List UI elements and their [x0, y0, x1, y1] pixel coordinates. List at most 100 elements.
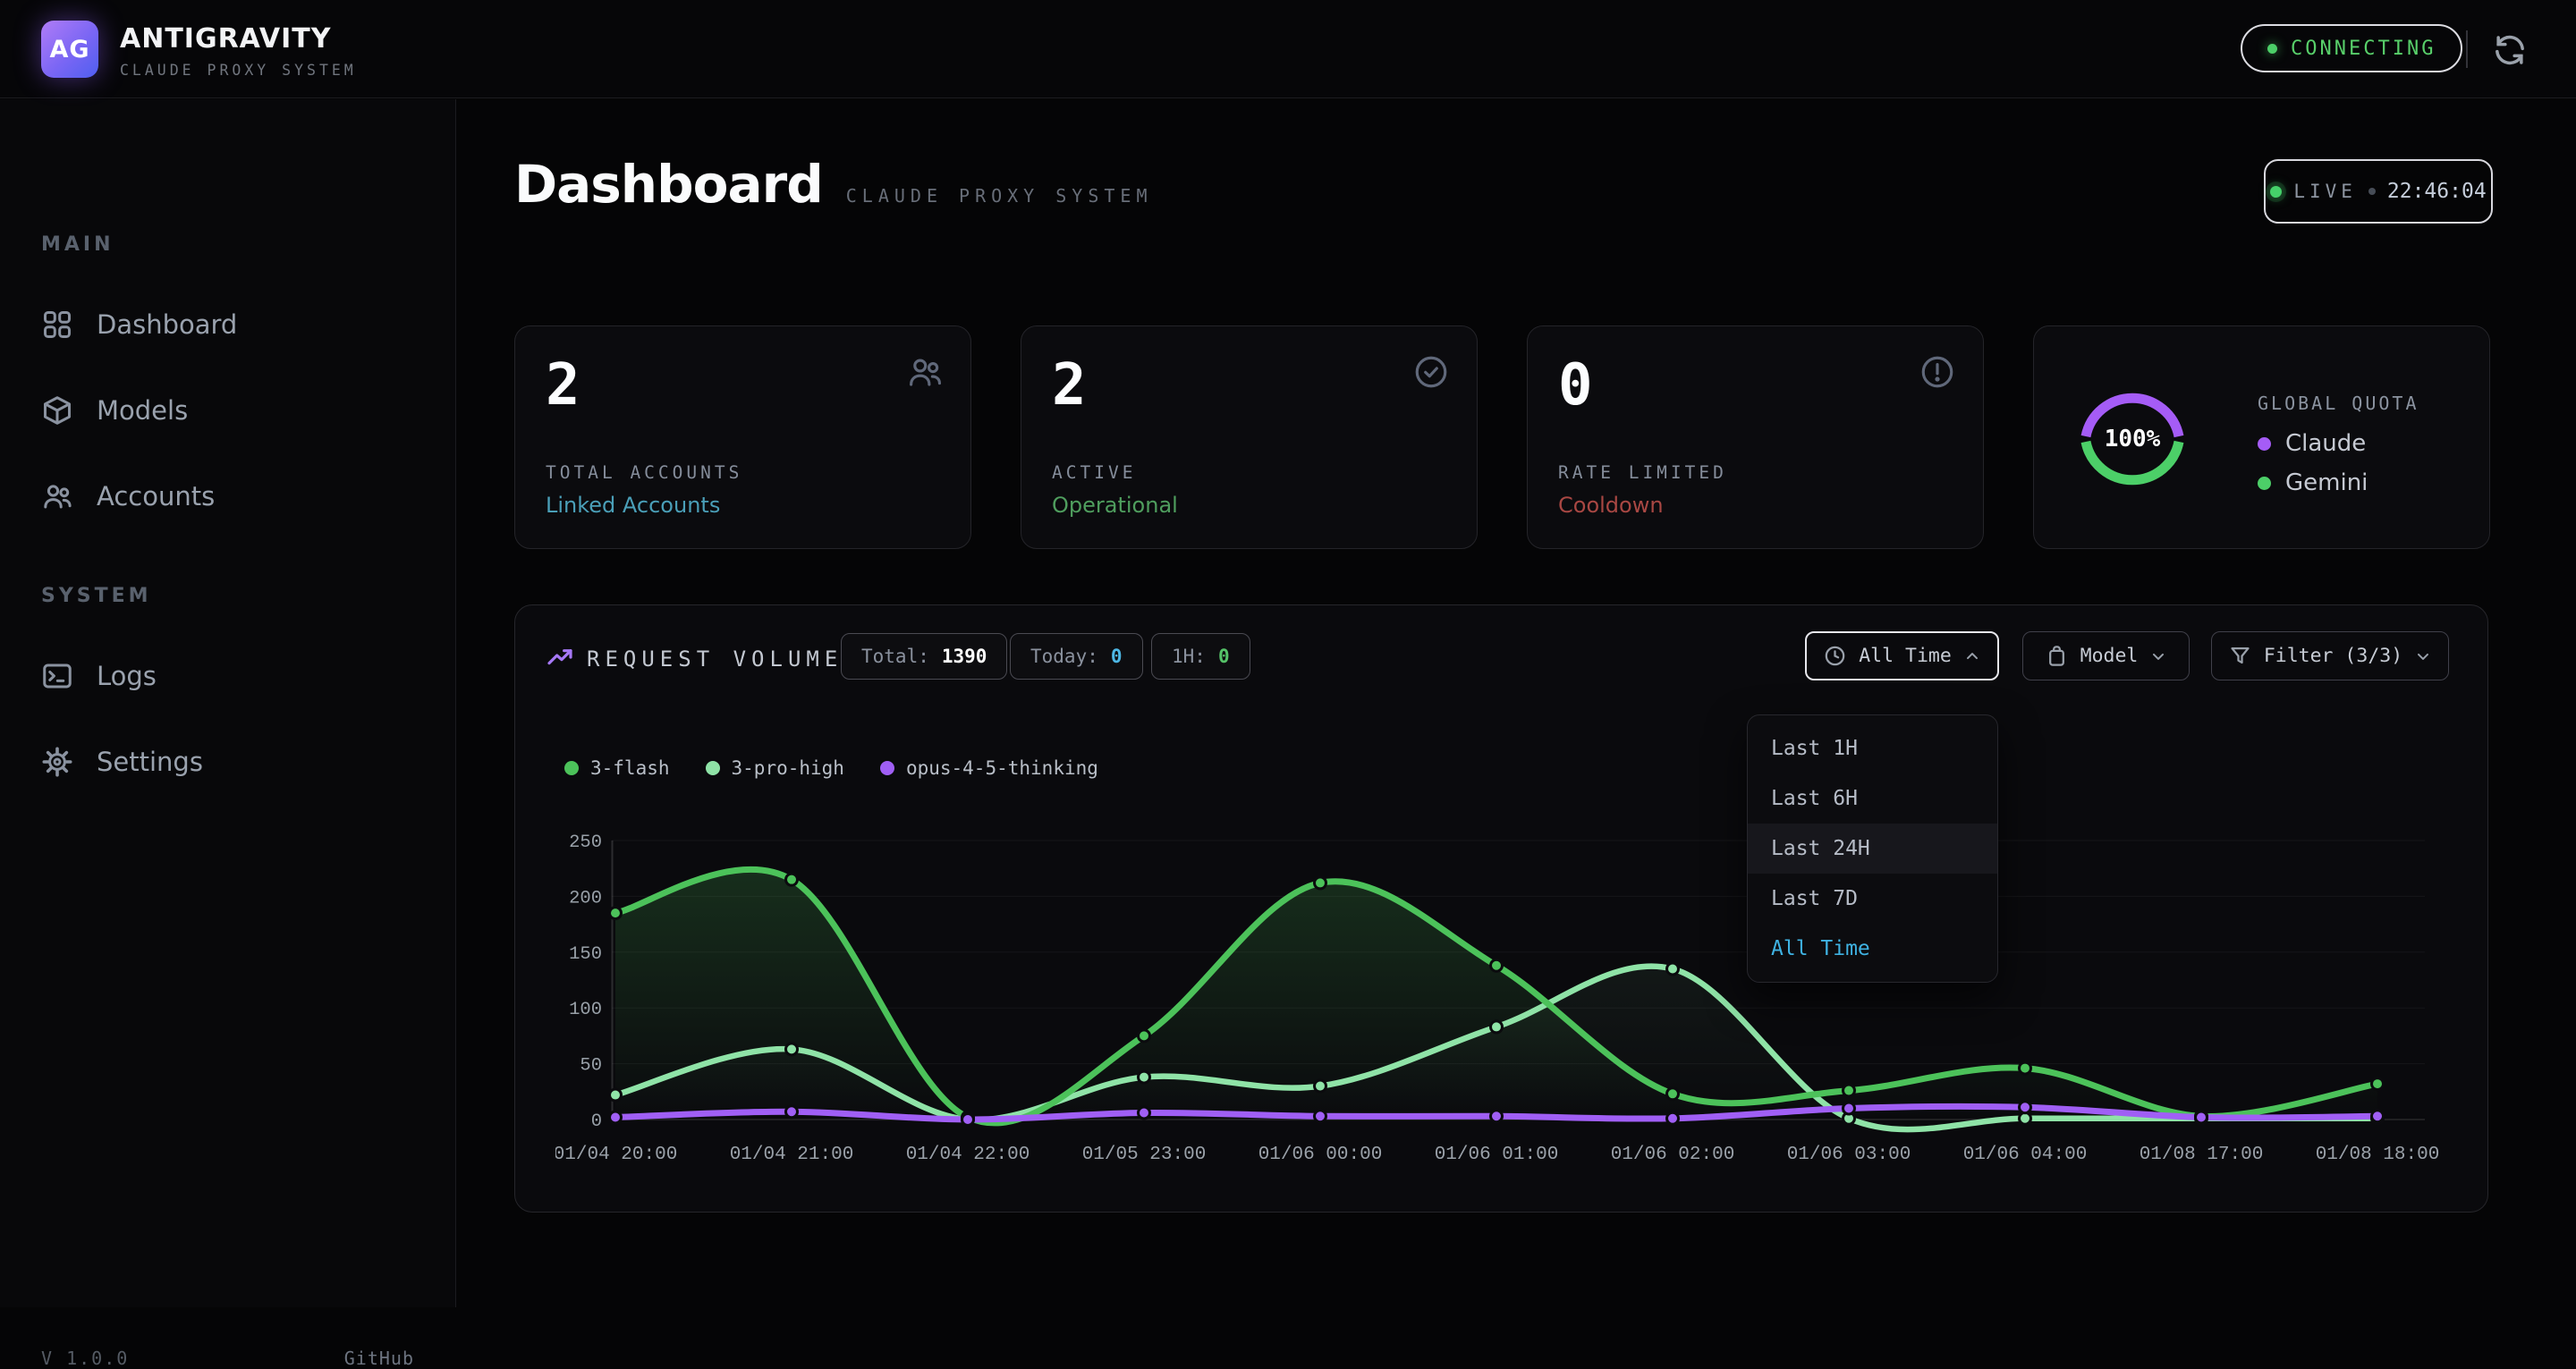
svg-text:01/05 23:00: 01/05 23:00	[1082, 1145, 1207, 1165]
sidebar-item-logs[interactable]: Logs	[0, 633, 456, 719]
chart-legend: 3-flash 3-pro-high opus-4-5-thinking	[564, 757, 1098, 779]
sidebar-item-label: Settings	[97, 747, 203, 777]
svg-text:0: 0	[591, 1111, 602, 1132]
provider-name: Gemini	[2285, 469, 2368, 496]
series-dot	[706, 761, 720, 775]
sidebar-item-label: Logs	[97, 661, 157, 691]
gemini-dot	[2258, 477, 2271, 490]
gear-icon	[41, 746, 73, 778]
panel-title: REQUEST VOLUME	[587, 646, 843, 672]
sidebar-item-dashboard[interactable]: Dashboard	[0, 282, 456, 368]
page-title: Dashboard	[514, 154, 823, 215]
svg-text:01/06 02:00: 01/06 02:00	[1611, 1145, 1735, 1165]
menu-item-last-6h[interactable]: Last 6H	[1748, 773, 1997, 824]
series-name: 3-pro-high	[732, 757, 844, 779]
series-dot	[880, 761, 894, 775]
today-chip: Today: 0	[1010, 633, 1143, 680]
sync-icon	[2492, 32, 2528, 68]
svg-text:01/06 00:00: 01/06 00:00	[1258, 1145, 1383, 1165]
chip-label: 1H:	[1172, 646, 1206, 667]
svg-text:50: 50	[580, 1056, 602, 1077]
sidebar-item-settings[interactable]: Settings	[0, 719, 456, 805]
request-volume-chart[interactable]: 0 50 100 150 200 250 01/04 20:00 01/04 21:00 01/…	[555, 824, 2452, 1181]
page-header: Dashboard CLAUDE PROXY SYSTEM	[514, 154, 1153, 215]
connection-status-dot	[2267, 44, 2277, 54]
series-name: opus-4-5-thinking	[906, 757, 1098, 779]
stat-sublabel: Linked Accounts	[546, 493, 720, 518]
stat-sublabel: Cooldown	[1558, 493, 1664, 518]
claude-dot	[2258, 437, 2271, 451]
svg-text:01/04 22:00: 01/04 22:00	[906, 1145, 1030, 1165]
connection-status-badge: CONNECTING	[2241, 24, 2462, 72]
users-icon	[41, 480, 73, 512]
legend-item-3-pro-high[interactable]: 3-pro-high	[706, 757, 844, 779]
quota-provider-gemini: Gemini	[2258, 469, 2368, 496]
chip-label: Today:	[1030, 646, 1098, 667]
svg-text:01/06 01:00: 01/06 01:00	[1435, 1145, 1559, 1165]
legend-item-opus[interactable]: opus-4-5-thinking	[880, 757, 1098, 779]
chip-value: 0	[1111, 646, 1123, 667]
topbar-divider	[2466, 30, 2468, 68]
svg-text:01/08 17:00: 01/08 17:00	[2140, 1145, 2264, 1165]
sidebar-item-models[interactable]: Models	[0, 368, 456, 453]
app-logo: AG	[41, 21, 98, 78]
quota-provider-claude: Claude	[2258, 430, 2366, 457]
provider-name: Claude	[2285, 430, 2366, 457]
brand-subtitle: CLAUDE PROXY SYSTEM	[120, 62, 357, 79]
refresh-button[interactable]	[2492, 32, 2528, 68]
check-circle-icon	[1412, 353, 1450, 391]
hour-chip: 1H: 0	[1151, 633, 1250, 680]
menu-item-last-24h[interactable]: Last 24H	[1748, 824, 1997, 874]
stat-label: ACTIVE	[1052, 462, 1136, 483]
series-dot	[564, 761, 579, 775]
svg-text:01/04 20:00: 01/04 20:00	[555, 1145, 677, 1165]
live-separator-dot	[2368, 188, 2376, 195]
svg-text:200: 200	[569, 888, 602, 908]
app-logo-text: AG	[49, 36, 89, 63]
svg-text:250: 250	[569, 832, 602, 853]
stat-card-global-quota: 100% GLOBAL QUOTA Claude Gemini	[2033, 325, 2490, 549]
stat-value: 2	[546, 357, 580, 414]
stat-card-active: 2 ACTIVE Operational	[1021, 325, 1478, 549]
stat-value: 0	[1558, 357, 1593, 414]
live-dot	[2270, 186, 2282, 198]
sidebar-item-accounts[interactable]: Accounts	[0, 453, 456, 539]
clock-value: 22:46:04	[2387, 180, 2487, 203]
button-label: All Time	[1859, 645, 1952, 667]
svg-text:01/04 21:00: 01/04 21:00	[730, 1145, 854, 1165]
cube-icon	[41, 394, 73, 427]
time-range-dropdown-button[interactable]: All Time	[1805, 631, 1999, 680]
svg-text:01/08 18:00: 01/08 18:00	[2316, 1145, 2440, 1165]
top-bar: AG ANTIGRAVITY CLAUDE PROXY SYSTEM CONNE…	[0, 0, 2576, 98]
filter-dropdown-button[interactable]: Filter (3/3)	[2211, 631, 2449, 680]
model-dropdown-button[interactable]: Model	[2022, 631, 2190, 680]
menu-item-all-time[interactable]: All Time	[1748, 924, 1997, 974]
app-version: V 1.0.0	[41, 1348, 129, 1369]
stat-sublabel: Operational	[1052, 493, 1178, 518]
svg-text:100: 100	[569, 1000, 602, 1020]
chevron-down-icon	[2414, 647, 2432, 665]
brand: ANTIGRAVITY CLAUDE PROXY SYSTEM	[120, 23, 357, 79]
chip-value: 1390	[942, 646, 987, 667]
time-range-menu: Last 1H Last 6H Last 24H Last 7D All Tim…	[1747, 714, 1998, 983]
chip-value: 0	[1218, 646, 1230, 667]
grid-icon	[41, 308, 73, 341]
github-link[interactable]: GitHub	[344, 1348, 414, 1369]
page-subtitle: CLAUDE PROXY SYSTEM	[846, 185, 1153, 207]
legend-item-3-flash[interactable]: 3-flash	[564, 757, 670, 779]
stat-label: RATE LIMITED	[1558, 462, 1727, 483]
stat-card-rate-limited: 0 RATE LIMITED Cooldown	[1527, 325, 1984, 549]
clock-icon	[1823, 644, 1847, 668]
chevron-up-icon	[1963, 647, 1981, 665]
stat-card-total-accounts: 2 TOTAL ACCOUNTS Linked Accounts	[514, 325, 971, 549]
live-label: LIVE	[2293, 181, 2357, 202]
quota-title: GLOBAL QUOTA	[2258, 393, 2419, 414]
sidebar: MAIN Dashboard Models Accounts SYSTEM	[0, 99, 456, 1307]
quota-ring: 100%	[2077, 384, 2188, 494]
svg-text:150: 150	[569, 944, 602, 965]
menu-item-last-1h[interactable]: Last 1H	[1748, 723, 1997, 773]
stat-label: TOTAL ACCOUNTS	[546, 462, 742, 483]
stat-value: 2	[1052, 357, 1087, 414]
quota-percent: 100%	[2077, 384, 2188, 494]
menu-item-last-7d[interactable]: Last 7D	[1748, 874, 1997, 924]
